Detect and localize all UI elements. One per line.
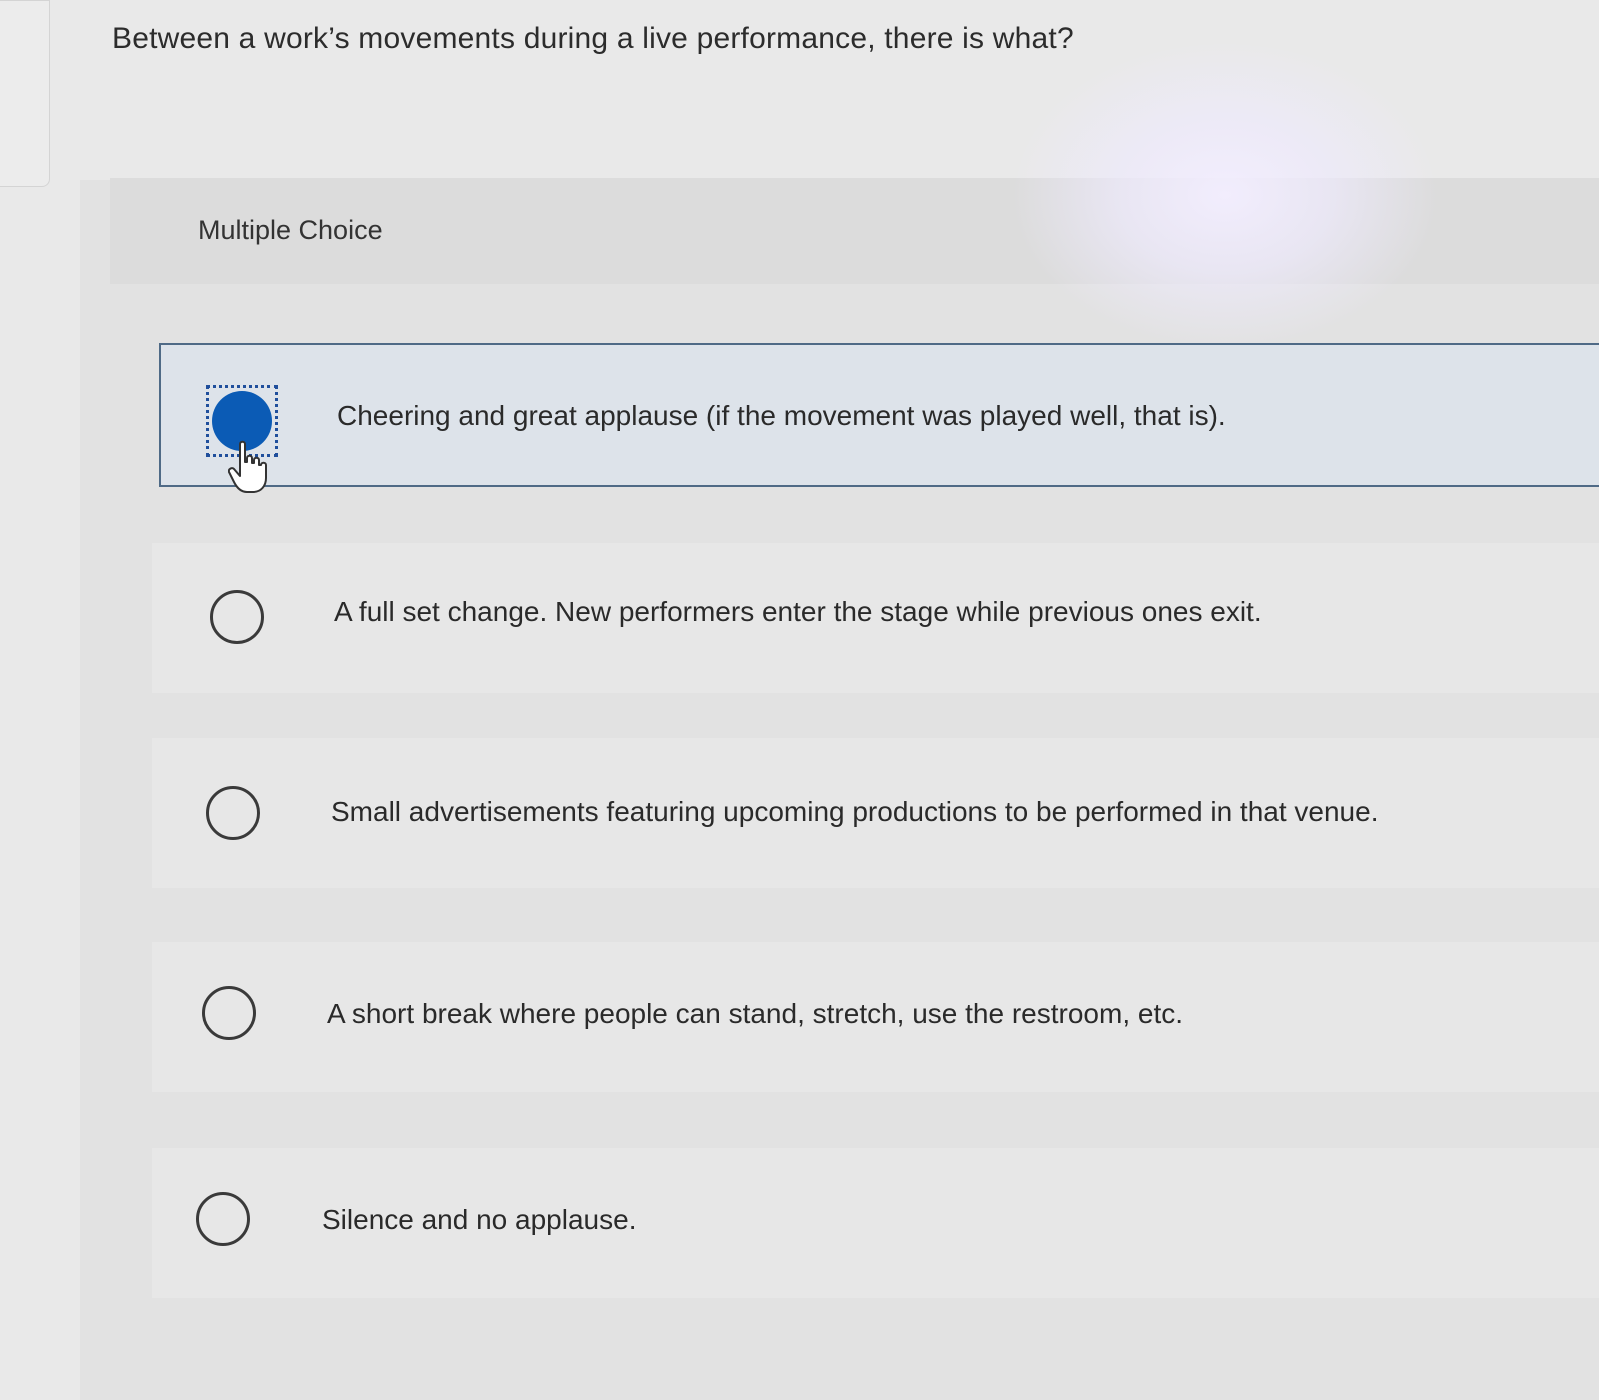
question-text: Between a work’s movements during a live… (112, 22, 1074, 55)
hand-pointer-icon (228, 440, 267, 493)
radio-button-4[interactable] (202, 986, 256, 1040)
choice-text-1: Cheering and great applause (if the move… (337, 400, 1226, 431)
choice-text-4: A short break where people can stand, st… (327, 998, 1184, 1029)
question-type-label: Multiple Choice (198, 215, 383, 245)
choice-text-5: Silence and no applause. (322, 1204, 637, 1235)
radio-button-5[interactable] (196, 1192, 250, 1246)
side-panel-tab (0, 0, 50, 187)
choice-text-3: Small advertisements featuring upcoming … (331, 796, 1379, 827)
radio-button-3[interactable] (206, 786, 260, 840)
choice-text-2: A full set change. New performers enter … (334, 596, 1262, 627)
radio-button-2[interactable] (210, 590, 264, 644)
